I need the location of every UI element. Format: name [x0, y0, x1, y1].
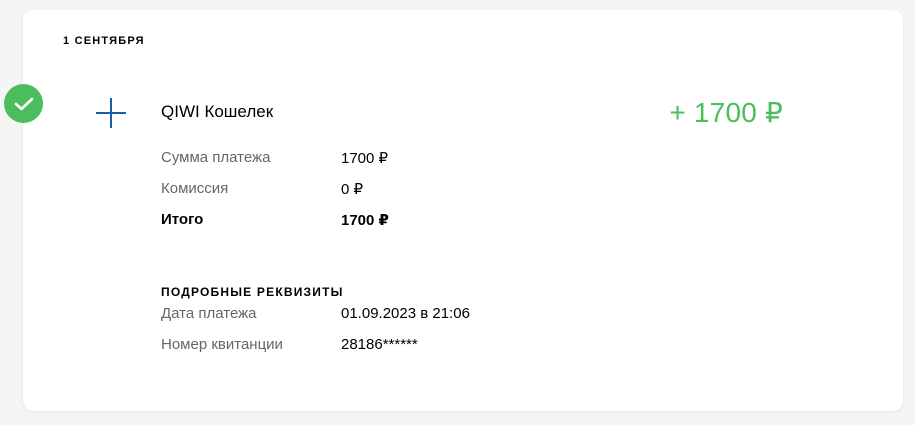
fee-value: 0 ₽ — [341, 181, 364, 198]
payment-date-value: 01.09.2023 в 21:06 — [341, 305, 470, 322]
receipt-value: 28186****** — [341, 336, 418, 353]
check-icon — [14, 97, 33, 110]
payment-sum-row: Сумма платежа 1700 ₽ — [161, 149, 388, 167]
payment-card: 1 СЕНТЯБРЯ QIWI Кошелек + 1700 ₽ Сумма п… — [23, 10, 903, 411]
receipt-label: Номер квитанции — [161, 336, 283, 353]
fee-row: Комиссия 0 ₽ — [161, 180, 363, 198]
receipt-row: Номер квитанции 28186****** — [161, 336, 418, 353]
payment-sum-value: 1700 ₽ — [341, 150, 389, 167]
date-header: 1 СЕНТЯБРЯ — [63, 35, 145, 47]
status-badge — [4, 84, 43, 123]
fee-label: Комиссия — [161, 180, 229, 197]
total-row: Итого 1700 ₽ — [161, 211, 389, 229]
payment-amount: + 1700 ₽ — [669, 97, 783, 128]
provider-name: QIWI Кошелек — [161, 102, 274, 121]
payment-date-row: Дата платежа 01.09.2023 в 21:06 — [161, 305, 470, 322]
plus-icon — [95, 97, 127, 129]
payment-sum-label: Сумма платежа — [161, 149, 271, 166]
total-label: Итого — [161, 211, 204, 228]
details-title: ПОДРОБНЫЕ РЕКВИЗИТЫ — [161, 285, 344, 299]
payment-date-label: Дата платежа — [161, 305, 257, 322]
total-value: 1700 ₽ — [341, 212, 389, 229]
